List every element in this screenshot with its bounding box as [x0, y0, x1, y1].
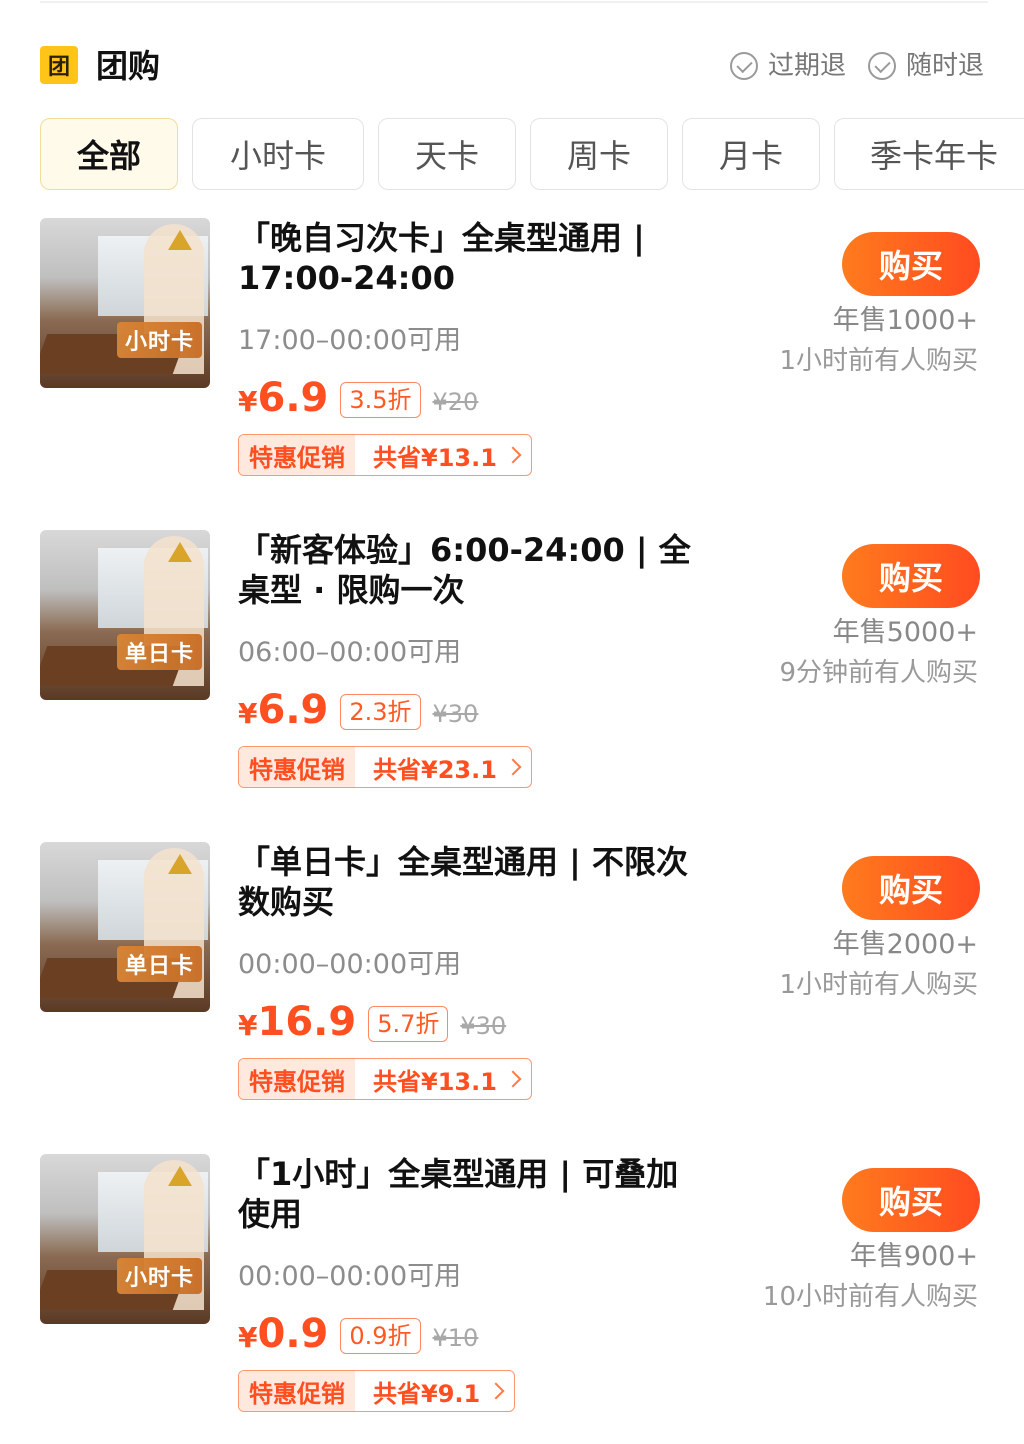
promo-link[interactable]: 特惠促销 共省¥13.1 [238, 434, 532, 476]
deal-item[interactable]: 单日卡 「新客体验」6:00-24:00 | 全桌型 · 限购一次 06:00–… [40, 530, 984, 820]
buy-button[interactable]: 购买 [842, 544, 980, 608]
deal-title[interactable]: 「晚自习次卡」全桌型通用 | 17:00-24:00 [238, 218, 708, 298]
badge-expired-refund: 过期退 [729, 48, 846, 84]
promo-savings: 共省¥13.1 [373, 443, 497, 472]
recent-purchase: 1小时前有人购买 [779, 346, 978, 376]
buy-button[interactable]: 购买 [842, 856, 980, 920]
promo-savings: 共省¥13.1 [373, 1067, 497, 1096]
deal-thumbnail[interactable]: 单日卡 [40, 842, 210, 1012]
usable-time: 00:00–00:00可用 [238, 1261, 462, 1292]
current-price: ¥16.9 [238, 999, 357, 1045]
badge-anytime-refund: 随时退 [867, 48, 984, 84]
deal-thumbnail[interactable]: 小时卡 [40, 218, 210, 388]
annual-sales: 年售5000+ [832, 617, 978, 648]
promo-savings: 共省¥9.1 [373, 1379, 481, 1408]
usable-time: 00:00–00:00可用 [238, 949, 462, 980]
thumb-label: 小时卡 [116, 322, 202, 358]
chevron-right-icon [504, 446, 522, 464]
promo-link[interactable]: 特惠促销 共省¥13.1 [238, 1058, 532, 1100]
deal-item[interactable]: 小时卡 「晚自习次卡」全桌型通用 | 17:00-24:00 17:00–00:… [40, 218, 984, 508]
discount-badge: 0.9折 [340, 1318, 421, 1354]
deal-title[interactable]: 「1小时」全桌型通用 | 可叠加使用 [238, 1154, 708, 1234]
deal-thumbnail[interactable]: 小时卡 [40, 1154, 210, 1324]
discount-badge: 2.3折 [340, 694, 421, 730]
group-buy-header: 团 团购 过期退 随时退 [40, 44, 984, 92]
tab-all[interactable]: 全部 [40, 118, 178, 190]
chevron-right-icon [504, 1070, 522, 1088]
tab-month-card[interactable]: 月卡 [682, 118, 820, 190]
top-divider [40, 0, 988, 3]
deal-thumbnail[interactable]: 单日卡 [40, 530, 210, 700]
section-title: 团购 [96, 47, 161, 85]
check-circle-icon [729, 52, 758, 80]
category-tabs: 全部 小时卡 天卡 周卡 月卡 季卡年卡 [40, 118, 1024, 192]
current-price: ¥6.9 [238, 687, 329, 733]
current-price: ¥0.9 [238, 1311, 329, 1357]
usable-time: 17:00–00:00可用 [238, 325, 462, 356]
original-price: ¥10 [432, 1324, 479, 1352]
price-row: ¥6.9 2.3折 ¥30 [238, 688, 478, 736]
promo-tag: 特惠促销 [239, 1371, 355, 1411]
original-price: ¥30 [432, 700, 479, 728]
thumb-label: 单日卡 [116, 946, 202, 982]
buy-button[interactable]: 购买 [842, 232, 980, 296]
promo-tag: 特惠促销 [239, 435, 355, 475]
current-price: ¥6.9 [238, 375, 329, 421]
promo-savings: 共省¥23.1 [373, 755, 497, 784]
recent-purchase: 10小时前有人购买 [762, 1282, 978, 1312]
original-price: ¥30 [460, 1012, 507, 1040]
tab-season-year-card[interactable]: 季卡年卡 [834, 118, 1024, 190]
usable-time: 06:00–00:00可用 [238, 637, 462, 668]
group-buy-logo-icon: 团 [40, 46, 78, 84]
annual-sales: 年售1000+ [832, 305, 978, 336]
promo-tag: 特惠促销 [239, 1059, 355, 1099]
discount-badge: 3.5折 [340, 382, 421, 418]
tab-week-card[interactable]: 周卡 [530, 118, 668, 190]
buy-button[interactable]: 购买 [842, 1168, 980, 1232]
guarantee-badges: 过期退 随时退 [729, 48, 984, 84]
recent-purchase: 9分钟前有人购买 [779, 658, 978, 688]
tab-hour-card[interactable]: 小时卡 [192, 118, 364, 190]
price-row: ¥16.9 5.7折 ¥30 [238, 1000, 506, 1048]
promo-tag: 特惠促销 [239, 747, 355, 787]
annual-sales: 年售900+ [849, 1241, 978, 1272]
promo-link[interactable]: 特惠促销 共省¥23.1 [238, 746, 532, 788]
deal-title[interactable]: 「新客体验」6:00-24:00 | 全桌型 · 限购一次 [238, 530, 708, 610]
badge-label: 过期退 [767, 51, 846, 81]
recent-purchase: 1小时前有人购买 [779, 970, 978, 1000]
discount-badge: 5.7折 [368, 1006, 449, 1042]
badge-label: 随时退 [905, 51, 984, 81]
price-row: ¥0.9 0.9折 ¥10 [238, 1312, 478, 1360]
thumb-label: 小时卡 [116, 1258, 202, 1294]
chevron-right-icon [504, 758, 522, 776]
deal-item[interactable]: 小时卡 「1小时」全桌型通用 | 可叠加使用 00:00–00:00可用 ¥0.… [40, 1154, 984, 1444]
deal-title[interactable]: 「单日卡」全桌型通用 | 不限次数购买 [238, 842, 708, 922]
thumb-label: 单日卡 [116, 634, 202, 670]
annual-sales: 年售2000+ [832, 929, 978, 960]
check-circle-icon [867, 52, 896, 80]
promo-link[interactable]: 特惠促销 共省¥9.1 [238, 1370, 516, 1412]
original-price: ¥20 [432, 388, 479, 416]
price-row: ¥6.9 3.5折 ¥20 [238, 376, 478, 424]
chevron-right-icon [487, 1382, 505, 1400]
deal-item[interactable]: 单日卡 「单日卡」全桌型通用 | 不限次数购买 00:00–00:00可用 ¥1… [40, 842, 984, 1132]
tab-day-card[interactable]: 天卡 [378, 118, 516, 190]
